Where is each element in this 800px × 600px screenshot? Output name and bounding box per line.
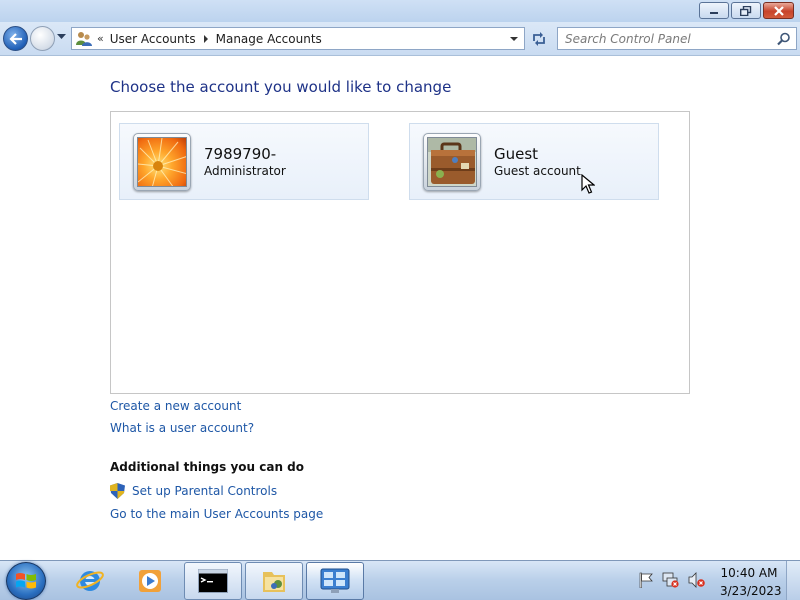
media-player-icon bbox=[139, 570, 161, 592]
close-icon bbox=[773, 5, 784, 16]
forward-button[interactable] bbox=[30, 26, 55, 51]
clock-time: 10:40 AM bbox=[720, 566, 778, 580]
forward-arrow-icon bbox=[36, 33, 50, 45]
accounts-list: 7989790- Administrator Guest Guest accou… bbox=[110, 111, 690, 394]
recent-pages-dropdown-icon[interactable] bbox=[57, 34, 66, 40]
restore-button[interactable] bbox=[731, 2, 761, 19]
restore-icon bbox=[740, 5, 752, 16]
account-tile-administrator[interactable]: 7989790- Administrator bbox=[119, 123, 369, 200]
taskbar-media-player[interactable] bbox=[121, 562, 179, 600]
parental-controls-link[interactable]: Set up Parental Controls bbox=[132, 484, 277, 498]
network-disconnected-icon[interactable] bbox=[662, 572, 680, 588]
page-title: Choose the account you would like to cha… bbox=[110, 78, 452, 96]
internet-explorer-icon bbox=[76, 571, 104, 591]
orange-flower-picture bbox=[137, 136, 187, 187]
minimize-button[interactable] bbox=[699, 2, 729, 19]
account-tile-guest[interactable]: Guest Guest account bbox=[409, 123, 659, 200]
back-arrow-icon bbox=[8, 32, 22, 45]
action-center-flag-icon[interactable] bbox=[638, 572, 654, 588]
breadcrumb-separator-icon[interactable] bbox=[203, 34, 208, 43]
account-type: Administrator bbox=[204, 164, 286, 178]
taskbar-control-panel[interactable] bbox=[306, 562, 364, 600]
window-controls bbox=[699, 2, 794, 19]
breadcrumb-manage-accounts[interactable]: Manage Accounts bbox=[216, 32, 322, 46]
navigation-bar: « User Accounts Manage Accounts bbox=[0, 22, 800, 56]
search-icon[interactable] bbox=[777, 32, 791, 46]
mouse-cursor-icon bbox=[581, 174, 595, 194]
refresh-button[interactable] bbox=[528, 28, 550, 49]
system-clock[interactable]: 10:40 AM 3/23/2023 bbox=[720, 566, 782, 599]
taskbar: 10:40 AM 3/23/2023 bbox=[0, 560, 800, 600]
clock-date: 3/23/2023 bbox=[720, 584, 782, 598]
window-title-bar bbox=[0, 0, 800, 22]
address-bar[interactable]: « User Accounts Manage Accounts bbox=[71, 27, 525, 50]
breadcrumb-user-accounts[interactable]: User Accounts bbox=[110, 32, 196, 46]
explorer-folder-icon bbox=[263, 572, 285, 592]
additional-tasks-heading: Additional things you can do bbox=[110, 460, 305, 474]
windows-logo-icon bbox=[16, 573, 36, 589]
account-type: Guest account bbox=[494, 164, 581, 178]
refresh-icon bbox=[533, 31, 545, 46]
show-desktop-button[interactable] bbox=[786, 561, 800, 600]
close-button[interactable] bbox=[763, 2, 794, 19]
what-is-user-account-link[interactable]: What is a user account? bbox=[110, 421, 254, 435]
taskbar-internet-explorer[interactable] bbox=[61, 562, 119, 600]
taskbar-command-prompt[interactable] bbox=[184, 562, 242, 600]
minimize-icon bbox=[710, 11, 718, 14]
main-user-accounts-page-link[interactable]: Go to the main User Accounts page bbox=[110, 507, 323, 521]
taskbar-windows-explorer[interactable] bbox=[245, 562, 303, 600]
search-input[interactable] bbox=[565, 31, 770, 46]
account-picture-frame bbox=[423, 132, 481, 191]
start-button[interactable] bbox=[6, 562, 46, 600]
volume-muted-icon[interactable] bbox=[688, 572, 706, 588]
account-name: Guest bbox=[494, 145, 539, 163]
user-accounts-icon bbox=[76, 31, 92, 46]
control-panel-icon bbox=[320, 568, 350, 593]
notification-area bbox=[638, 572, 706, 588]
account-name: 7989790- bbox=[204, 145, 277, 163]
create-new-account-link[interactable]: Create a new account bbox=[110, 399, 241, 413]
uac-shield-icon bbox=[110, 483, 125, 499]
search-box[interactable] bbox=[557, 27, 797, 50]
address-dropdown-icon[interactable] bbox=[510, 37, 518, 41]
briefcase-picture bbox=[427, 136, 477, 187]
account-picture-frame bbox=[133, 132, 191, 191]
back-button[interactable] bbox=[3, 26, 28, 51]
breadcrumb-overflow[interactable]: « bbox=[97, 32, 104, 45]
command-prompt-icon bbox=[198, 569, 228, 593]
